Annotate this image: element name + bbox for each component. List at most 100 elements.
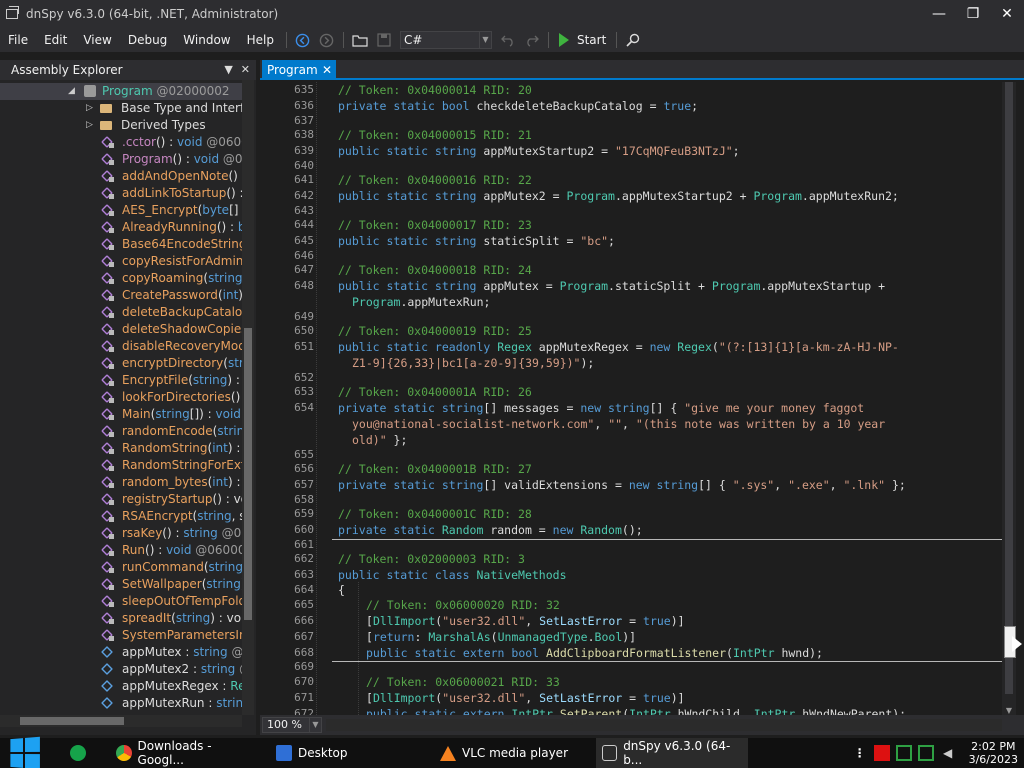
tree-item[interactable]: lookForDirectories() : — [0, 389, 242, 406]
code-line[interactable]: public static string staticSplit = "bc"; — [338, 234, 615, 248]
menu-debug[interactable]: Debug — [120, 28, 175, 52]
device-icon[interactable] — [917, 745, 934, 761]
editor-horizontal-scrollbar[interactable] — [326, 719, 1002, 731]
tree-item[interactable]: spreadIt(string) : void — [0, 610, 242, 627]
code-line[interactable]: private static string[] validExtensions … — [338, 478, 906, 492]
scrollbar-thumb[interactable] — [1005, 82, 1013, 694]
menu-help[interactable]: Help — [239, 28, 282, 52]
code-line[interactable]: // Token: 0x04000019 RID: 25 — [338, 324, 532, 338]
code-line[interactable]: Z1-9]{26,33}|bc1[a-z0-9]{39,59})"); — [352, 356, 594, 370]
code-line[interactable]: // Token: 0x02000003 RID: 3 — [338, 552, 525, 566]
tree-item[interactable]: ◢ Program @02000002 — [0, 83, 242, 100]
tree-item[interactable]: .cctor() : void @0600 — [0, 134, 242, 151]
code-line[interactable]: // Token: 0x04000017 RID: 23 — [338, 218, 532, 232]
open-button[interactable] — [349, 29, 371, 51]
save-button[interactable] — [373, 29, 395, 51]
code-line[interactable]: // Token: 0x04000016 RID: 22 — [338, 173, 532, 187]
tree-item[interactable]: RandomString(int) : s — [0, 440, 242, 457]
tree-item[interactable]: ▷ Base Type and Interf — [0, 100, 242, 117]
more-icon[interactable]: ⋮ — [852, 745, 868, 761]
collapsed-chevron-icon[interactable]: ▷ — [86, 100, 93, 117]
code-line[interactable]: you@national-socialist-network.com", "",… — [352, 417, 885, 431]
language-select[interactable]: C# ▼ — [399, 31, 492, 49]
close-window-button[interactable]: ✕ — [990, 0, 1024, 28]
network-icon[interactable] — [895, 745, 912, 761]
windows-start-button[interactable] — [0, 736, 48, 768]
back-button[interactable] — [292, 29, 314, 51]
tree-item[interactable]: Main(string[]) : void — [0, 406, 242, 423]
tree-item[interactable]: RandomStringForExte — [0, 457, 242, 474]
tree-item[interactable]: AlreadyRunning() : bo — [0, 219, 242, 236]
tree-item[interactable]: randomEncode(string) — [0, 423, 242, 440]
code-line[interactable]: { — [338, 583, 345, 597]
taskbar-item-vlc[interactable]: VLC media player — [434, 738, 588, 768]
flag-icon[interactable] — [873, 745, 890, 761]
code-line[interactable]: [DllImport("user32.dll", SetLastError = … — [366, 614, 685, 628]
tree-item[interactable]: copyResistForAdmin( — [0, 253, 242, 270]
code-editor[interactable]: 635 // Token: 0x04000014 RID: 20 636 privat… — [280, 82, 1002, 715]
tree-item[interactable]: appMutex : string @0 — [0, 644, 242, 661]
code-line[interactable]: // Token: 0x06000021 RID: 33 — [366, 675, 560, 689]
collapsed-chevron-icon[interactable]: ▷ — [86, 117, 93, 134]
search-button[interactable] — [622, 29, 644, 51]
code-line[interactable]: // Token: 0x04000018 RID: 24 — [338, 263, 532, 277]
menu-window[interactable]: Window — [175, 28, 238, 52]
code-line[interactable]: public static extern IntPtr SetParent(In… — [366, 707, 906, 715]
code-line[interactable]: [return: MarshalAs(UnmanagedType.Bool)] — [366, 630, 636, 644]
taskbar-pinned-app[interactable] — [64, 738, 108, 768]
tree-item[interactable]: disableRecoveryMode — [0, 338, 242, 355]
menu-view[interactable]: View — [75, 28, 119, 52]
menu-file[interactable]: File — [0, 28, 36, 52]
tree-item[interactable]: copyRoaming(string) : — [0, 270, 242, 287]
tree-item[interactable]: appMutexRegex : Re — [0, 678, 242, 695]
code-line[interactable]: public static extern bool AddClipboardFo… — [366, 646, 823, 660]
code-line[interactable]: public static class NativeMethods — [338, 568, 567, 582]
tree-item[interactable]: random_bytes(int) : b — [0, 474, 242, 491]
tree-vertical-scrollbar[interactable] — [242, 80, 254, 715]
tree-item[interactable]: SetWallpaper(string) — [0, 576, 242, 593]
taskbar-item-chrome[interactable]: Downloads - Googl... — [110, 738, 264, 768]
code-line[interactable]: // Token: 0x0400001B RID: 27 — [338, 462, 532, 476]
code-line[interactable]: // Token: 0x0400001A RID: 26 — [338, 385, 532, 399]
assembly-tree[interactable]: ◢ Program @02000002 ▷ Base Type and Interf ▷… — [0, 80, 242, 715]
tree-item[interactable]: Program() : void @06 — [0, 151, 242, 168]
tree-item[interactable]: SystemParametersInf — [0, 627, 242, 644]
tree-item[interactable]: addLinkToStartup() : — [0, 185, 242, 202]
panel-close-icon[interactable]: ✕ — [241, 60, 250, 80]
tree-item[interactable]: ▷ Derived Types — [0, 117, 242, 134]
tree-item[interactable]: sleepOutOfTempFold — [0, 593, 242, 610]
tree-item[interactable]: registryStartup() : vo — [0, 491, 242, 508]
expanded-chevron-icon[interactable]: ◢ — [68, 83, 75, 100]
tree-item[interactable]: CreatePassword(int) — [0, 287, 242, 304]
code-line[interactable]: private static string[] messages = new s… — [338, 401, 864, 415]
code-line[interactable]: public static readonly Regex appMutexReg… — [338, 340, 899, 354]
taskbar-item-desktop[interactable]: Desktop — [270, 738, 420, 768]
zoom-select[interactable]: 100 % ▼ — [262, 717, 322, 733]
code-line[interactable]: old)" }; — [352, 433, 407, 447]
scroll-down-icon[interactable]: ▼ — [1002, 706, 1016, 715]
tab-program[interactable]: Program ✕ — [262, 60, 336, 80]
restore-button[interactable]: ❐ — [956, 0, 990, 28]
code-line[interactable]: public static string appMutexStartup2 = … — [338, 144, 740, 158]
panel-menu-icon[interactable]: ▼ — [224, 60, 232, 80]
code-line[interactable]: [DllImport("user32.dll", SetLastError = … — [366, 691, 685, 705]
code-line[interactable]: Program.appMutexRun; — [352, 295, 490, 309]
redo-button[interactable] — [521, 29, 543, 51]
start-debugging-button[interactable]: Start — [558, 33, 606, 47]
scrollbar-thumb[interactable] — [20, 717, 124, 725]
code-line[interactable]: // Token: 0x06000020 RID: 32 — [366, 598, 560, 612]
close-tab-icon[interactable]: ✕ — [322, 60, 332, 80]
tree-item[interactable]: deleteBackupCatalog — [0, 304, 242, 321]
tree-item[interactable]: encryptDirectory(strin — [0, 355, 242, 372]
code-line[interactable]: public static string appMutex = Program.… — [338, 279, 885, 293]
code-line[interactable]: public static string appMutex2 = Program… — [338, 189, 899, 203]
tree-item[interactable]: Run() : void @06000 — [0, 542, 242, 559]
tree-item[interactable]: appMutexRun : string — [0, 695, 242, 712]
code-line[interactable]: // Token: 0x04000015 RID: 21 — [338, 128, 532, 142]
menu-edit[interactable]: Edit — [36, 28, 75, 52]
undo-button[interactable] — [497, 29, 519, 51]
scrollbar-thumb[interactable] — [244, 328, 252, 620]
tree-item[interactable]: rsaKey() : string @06 — [0, 525, 242, 542]
tree-item[interactable]: appMutex2 : string @ — [0, 661, 242, 678]
tree-item[interactable]: EncryptFile(string) : v — [0, 372, 242, 389]
